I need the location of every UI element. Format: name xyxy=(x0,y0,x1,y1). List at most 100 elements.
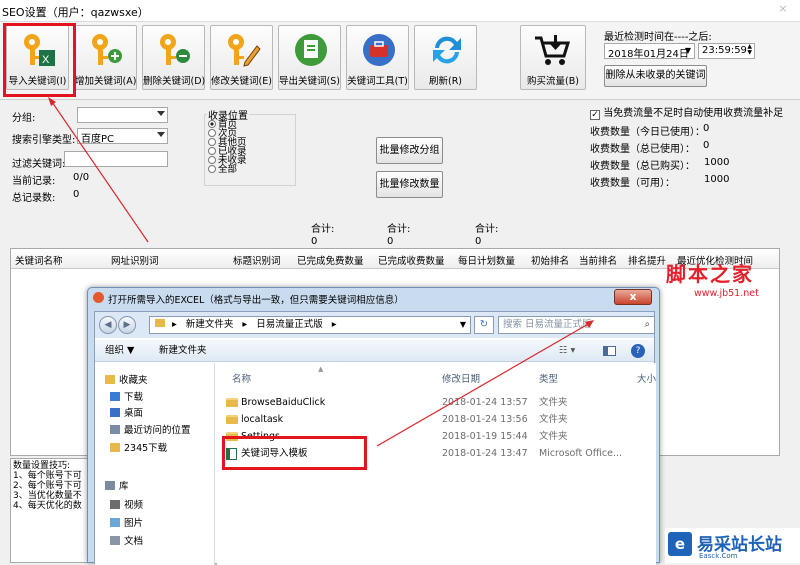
file-row[interactable]: BrowseBaiduClick 2018-01-24 13:57 文件夹 xyxy=(217,394,656,411)
tips-line: 1、每个账号下可 xyxy=(13,471,82,481)
organize-menu[interactable]: 组织 ▼ xyxy=(105,340,134,362)
delete-unindexed-button[interactable]: 删除从未收录的关键词 xyxy=(604,65,707,87)
grid-column-header[interactable]: 关键词名称 xyxy=(15,253,63,267)
detect-date-picker[interactable]: 2018年01月24日 ▼ xyxy=(604,43,695,60)
fee-label: 收费数量（总已购买）： xyxy=(590,161,695,172)
nav-item[interactable]: 最近访问的位置 xyxy=(110,422,191,436)
grid-column-header[interactable]: 已完成收费数量 xyxy=(378,253,445,267)
document-icon xyxy=(110,536,120,545)
buy-traffic-label: 购买流量(B) xyxy=(527,76,579,87)
window-title: SEO设置（用户：qazwsxe） xyxy=(2,6,149,19)
delete-keyword-button[interactable]: 删除关键词(D) xyxy=(142,25,205,90)
file-type: 文件夹 xyxy=(539,397,568,408)
navigation-pane: 收藏夹下载桌面最近访问的位置 2345下载库视频图片文档 xyxy=(95,363,215,565)
total-label: 合计: xyxy=(475,224,499,235)
refresh-icon xyxy=(433,36,461,64)
total-record-value: 0 xyxy=(73,189,80,200)
detect-time-value: 23:59:59 xyxy=(702,45,747,56)
add-keyword-label: 增加关键词(A) xyxy=(75,76,137,87)
breadcrumb-item[interactable]: 日易流量正式版 xyxy=(256,319,323,330)
highlight-box-template xyxy=(222,436,367,470)
tips-line: 4、每天优化的数 xyxy=(13,501,82,511)
column-size[interactable]: 大小 xyxy=(637,371,656,385)
new-folder-button[interactable]: 新建文件夹 xyxy=(159,340,207,362)
nav-item-label: 文档 xyxy=(124,536,144,547)
total-record-label: 总记录数: xyxy=(12,193,56,204)
fee-value: 1000 xyxy=(704,174,730,185)
batch-count-button[interactable]: 批量修改数量 xyxy=(376,171,443,198)
nav-item[interactable]: 视频 xyxy=(110,497,143,511)
folder-icon xyxy=(155,319,165,327)
file-date: 2018-01-24 13:47 xyxy=(442,448,528,459)
engine-value: 百度PC xyxy=(81,134,115,145)
export-keyword-button[interactable]: 导出关键词(S) xyxy=(278,25,341,90)
toolbox-icon xyxy=(363,34,395,66)
refresh-button[interactable]: 刷新(R) xyxy=(414,25,477,90)
folder-icon xyxy=(226,415,238,424)
key-remove-icon xyxy=(160,34,190,65)
back-arrow-icon[interactable]: ◀ xyxy=(99,316,117,334)
grid-column-header[interactable]: 标题识别词 xyxy=(233,253,281,267)
grid-column-header[interactable]: 当前排名 xyxy=(579,253,617,267)
watermark-top: 脚本之家 xyxy=(666,262,754,286)
radio-dot-icon xyxy=(208,147,216,155)
tips-line: 2、每个账号下可 xyxy=(13,481,82,491)
column-name[interactable]: 名称 xyxy=(232,371,251,385)
add-keyword-button[interactable]: 增加关键词(A) xyxy=(74,25,137,90)
fee-label: 收费数量（可用）： xyxy=(590,178,675,189)
help-icon[interactable]: ? xyxy=(631,344,645,358)
nav-item[interactable]: 下载 xyxy=(110,389,143,403)
star-icon xyxy=(105,375,115,384)
column-date[interactable]: 修改日期 xyxy=(442,371,480,385)
total-label: 合计: xyxy=(311,224,335,235)
nav-item[interactable]: 2345下载 xyxy=(110,440,167,454)
nav-item[interactable]: 收藏夹 xyxy=(105,372,148,386)
file-row[interactable]: localtask 2018-01-24 13:56 文件夹 xyxy=(217,411,656,428)
fee-value: 0 xyxy=(703,123,710,134)
chevron-down-icon[interactable]: ▼ xyxy=(460,317,466,333)
nav-item[interactable]: 库 xyxy=(105,478,129,492)
detect-time-spinner[interactable]: 23:59:59 ▲ ▼ xyxy=(698,43,755,59)
breadcrumb-item[interactable]: 新建文件夹 xyxy=(186,319,234,330)
file-type: 文件夹 xyxy=(539,431,568,442)
file-name: BrowseBaiduClick xyxy=(241,397,326,408)
engine-select[interactable]: 百度PC xyxy=(77,128,168,145)
nav-item[interactable]: 文档 xyxy=(110,533,143,547)
buy-traffic-button[interactable]: 购买流量(B) xyxy=(520,25,586,90)
group-select[interactable] xyxy=(77,107,168,123)
position-radio-label: 全部 xyxy=(218,164,238,175)
address-bar[interactable]: ▸ 新建文件夹 ▸ 日易流量正式版 ▸ ▼ xyxy=(149,316,471,334)
recent-places-icon xyxy=(110,425,120,434)
nav-item[interactable]: 图片 xyxy=(110,515,143,529)
spin-arrows-icon[interactable]: ▲ ▼ xyxy=(747,44,752,56)
tips-title: 数量设置技巧: xyxy=(13,461,71,471)
refresh-icon[interactable]: ↻ xyxy=(474,316,494,334)
view-options-icon[interactable]: ☷ ▾ xyxy=(559,340,575,362)
grid-column-header[interactable]: 初始排名 xyxy=(531,253,569,267)
grid-column-header[interactable]: 已完成免费数量 xyxy=(297,253,364,267)
radio-dot-icon xyxy=(208,129,216,137)
nav-item-label: 图片 xyxy=(124,518,144,529)
grid-column-header[interactable]: 网址识别词 xyxy=(111,253,159,267)
dialog-close-button[interactable]: x xyxy=(614,289,652,305)
column-type[interactable]: 类型 xyxy=(539,371,558,385)
window-close-button[interactable]: × xyxy=(772,2,794,16)
nav-item-label: 最近访问的位置 xyxy=(124,425,191,436)
search-input[interactable]: 搜索 日易流量正式版 ⌕ xyxy=(498,316,655,334)
watermark-bottom-logo: e 易采站长站 Easck.Com xyxy=(665,528,800,563)
tips-panel: 数量设置技巧: 1、每个账号下可 2、每个账号下可 3、当优化数量不 4、每天优… xyxy=(10,458,98,563)
keyword-tools-label: 关键词工具(T) xyxy=(347,76,408,87)
auto-fee-checkbox[interactable]: ✓ 当免费流量不足时自动使用收费流量补足 xyxy=(590,104,783,120)
forward-arrow-icon[interactable]: ▶ xyxy=(118,316,136,334)
folder-icon xyxy=(110,443,120,452)
position-radio[interactable]: 全部 xyxy=(208,165,278,175)
filter-keyword-input[interactable] xyxy=(64,151,168,167)
batch-group-button[interactable]: 批量修改分组 xyxy=(376,137,443,164)
preview-pane-icon[interactable] xyxy=(603,346,616,356)
keyword-tools-button[interactable]: 关键词工具(T) xyxy=(346,25,409,90)
edit-keyword-button[interactable]: 修改关键词(E) xyxy=(210,25,273,90)
nav-item[interactable]: 桌面 xyxy=(110,405,143,419)
grid-column-header[interactable]: 每日计划数量 xyxy=(458,253,515,267)
search-placeholder: 搜索 日易流量正式版 xyxy=(503,319,592,330)
grid-column-header[interactable]: 排名提升 xyxy=(628,253,666,267)
